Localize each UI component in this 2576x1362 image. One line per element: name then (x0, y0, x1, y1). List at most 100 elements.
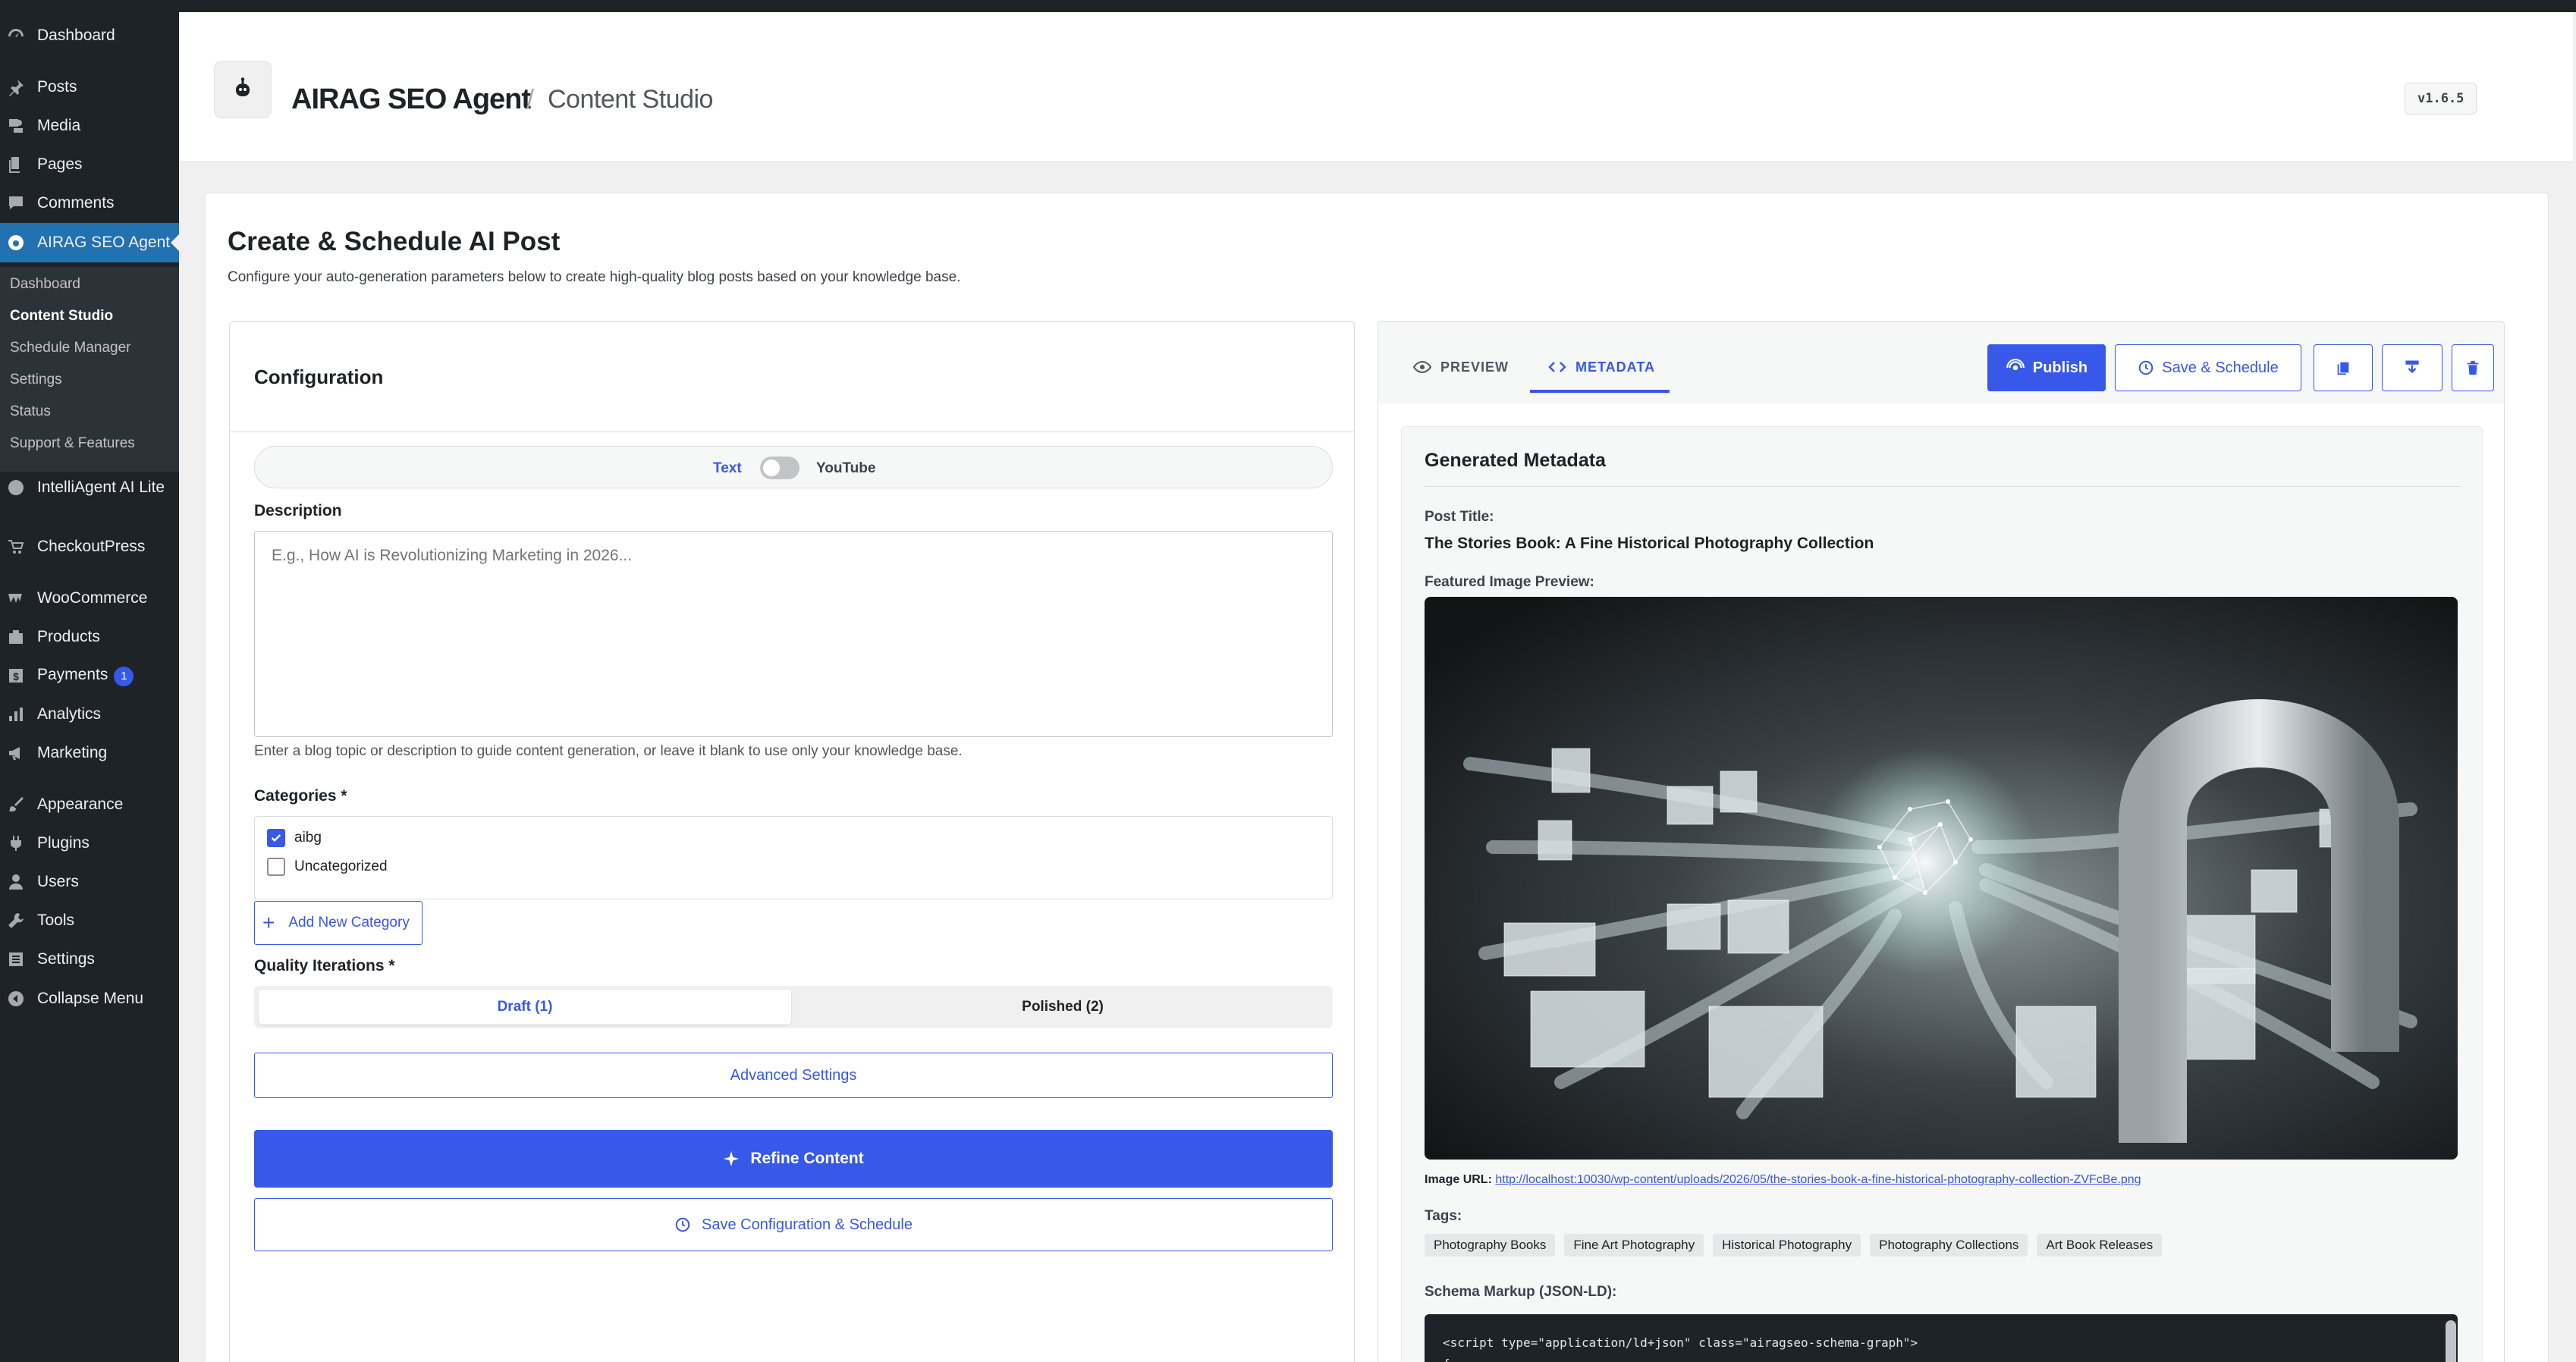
sidebar-submenu: Dashboard Content Studio Schedule Manage… (0, 267, 179, 472)
page-title: Create & Schedule AI Post (228, 227, 561, 256)
source-mode-toggle[interactable] (760, 457, 800, 479)
submenu-settings[interactable]: Settings (10, 372, 62, 388)
sidebar-item-plugins[interactable]: Plugins (0, 830, 179, 856)
quality-iterations-label: Quality Iterations * (254, 957, 395, 974)
image-url: Image URL: http://localhost:10030/wp-con… (1425, 1173, 2141, 1187)
copy-button[interactable] (2314, 344, 2373, 391)
image-url-link[interactable]: http://localhost:10030/wp-content/upload… (1495, 1173, 2141, 1186)
tab-preview-label: PREVIEW (1440, 359, 1509, 375)
save-configuration-schedule-button[interactable]: Save Configuration & Schedule (254, 1198, 1333, 1251)
sidebar-item-airag-seo-agent[interactable]: AIRAG SEO Agent (0, 223, 179, 262)
schema-line: { (1443, 1357, 1450, 1362)
configuration-title: Configuration (254, 366, 384, 388)
users-icon (6, 872, 26, 892)
checkbox-checked[interactable] (267, 829, 285, 847)
category-uncategorized[interactable]: Uncategorized (267, 858, 388, 876)
schema-code-block[interactable]: <script type="application/ld+json" class… (1425, 1314, 2458, 1362)
publish-label: Publish (2032, 359, 2088, 376)
sidebar-item-products[interactable]: Products (0, 624, 179, 650)
mode-youtube-label[interactable]: YouTube (816, 460, 875, 477)
sidebar-item-comments[interactable]: Comments (0, 190, 179, 216)
sidebar-item-tools[interactable]: Tools (0, 908, 179, 934)
sidebar-item-dashboard[interactable]: Dashboard (0, 23, 179, 49)
tag: Art Book Releases (2037, 1234, 2163, 1257)
configuration-card: Configuration Text YouTube Description E… (229, 321, 1355, 1362)
active-tab-indicator (1530, 390, 1670, 393)
category-aibg[interactable]: aibg (267, 829, 322, 847)
sidebar-item-appearance[interactable]: Appearance (0, 792, 179, 818)
sidebar-item-payments[interactable]: $ Payments 1 (0, 663, 179, 689)
sidebar-item-settings[interactable]: Settings (0, 946, 179, 972)
sidebar-item-users[interactable]: Users (0, 869, 179, 895)
tab-metadata[interactable]: METADATA (1548, 358, 1655, 376)
dashboard-icon (6, 26, 26, 46)
output-card: PREVIEW METADATA Publish Save & Schedule (1378, 321, 2505, 1362)
plus-icon: + (262, 911, 275, 934)
sidebar-item-analytics[interactable]: Analytics (0, 701, 179, 727)
cart-icon (6, 537, 26, 557)
download-button[interactable] (2382, 344, 2442, 391)
settings-icon (6, 949, 26, 969)
tab-preview[interactable]: PREVIEW (1413, 358, 1509, 376)
description-input[interactable] (254, 531, 1333, 737)
robot-logo-icon (214, 61, 272, 118)
tag: Photography Collections (1870, 1234, 2028, 1257)
sidebar-item-posts[interactable]: Posts (0, 74, 179, 100)
image-url-label: Image URL: (1425, 1173, 1492, 1186)
submenu-dashboard[interactable]: Dashboard (10, 276, 80, 293)
submenu-status[interactable]: Status (10, 403, 51, 420)
content-panel: Create & Schedule AI Post Configure your… (205, 193, 2549, 1362)
advanced-settings-button[interactable]: Advanced Settings (254, 1053, 1333, 1098)
submenu-support-features[interactable]: Support & Features (10, 435, 135, 452)
post-title-label: Post Title: (1425, 509, 1494, 525)
submenu-content-studio[interactable]: Content Studio (10, 308, 113, 325)
breadcrumb-separator: / (526, 83, 535, 115)
megaphone-icon (6, 743, 26, 763)
admin-top-strip (179, 0, 2576, 12)
quality-polished-option[interactable]: Polished (2) (797, 990, 1328, 1025)
quality-draft-option[interactable]: Draft (1) (259, 990, 791, 1025)
sidebar-item-media[interactable]: Media (0, 113, 179, 139)
code-scrollbar[interactable] (2446, 1320, 2456, 1362)
checkbox-unchecked[interactable] (267, 858, 285, 876)
schema-markup-label: Schema Markup (JSON-LD): (1425, 1284, 1617, 1300)
publish-button[interactable]: Publish (1987, 344, 2106, 391)
download-icon (2405, 360, 2419, 374)
sidebar-item-woocommerce[interactable]: WooCommerce (0, 585, 179, 611)
save-and-schedule-label: Save & Schedule (2162, 359, 2279, 376)
sidebar-item-checkoutpress[interactable]: CheckoutPress (0, 534, 179, 560)
clock-icon (2139, 360, 2153, 375)
collapse-icon (6, 989, 26, 1009)
sparkle-icon (724, 1150, 740, 1167)
mode-text-label[interactable]: Text (713, 460, 742, 477)
tags-label: Tags: (1425, 1208, 1462, 1224)
category-label: Uncategorized (294, 858, 388, 874)
page-description: Configure your auto-generation parameter… (228, 269, 961, 285)
sidebar-item-collapse-menu[interactable]: Collapse Menu (0, 986, 179, 1012)
add-new-category-label: Add New Category (288, 915, 410, 930)
breadcrumb-current: Content Studio (548, 85, 713, 114)
payments-count-badge: 1 (114, 666, 134, 686)
refine-content-label: Refine Content (750, 1150, 864, 1167)
comments-icon (6, 193, 26, 213)
sidebar-item-pages[interactable]: Pages (0, 152, 179, 177)
featured-image (1425, 597, 2458, 1160)
delete-button[interactable] (2452, 344, 2494, 391)
eye-icon (1413, 360, 1431, 374)
sidebar-item-marketing[interactable]: Marketing (0, 740, 179, 766)
submenu-schedule-manager[interactable]: Schedule Manager (10, 340, 131, 356)
description-label: Description (254, 502, 342, 519)
analytics-icon (6, 705, 26, 724)
generated-metadata-title: Generated Metadata (1425, 450, 1606, 471)
save-and-schedule-button[interactable]: Save & Schedule (2115, 344, 2301, 391)
schema-line: <script type="application/ld+json" class… (1443, 1335, 1918, 1350)
clock-icon (675, 1217, 690, 1232)
sidebar-item-intelliagent[interactable]: IntelliAgent AI Lite (0, 476, 179, 520)
payments-icon: $ (6, 666, 26, 686)
woo-icon (6, 588, 26, 608)
plugin-header: AIRAG SEO Agent / Content Studio v1.6.5 (179, 12, 2573, 162)
add-new-category-button[interactable]: + Add New Category (254, 901, 423, 945)
output-toolbar: PREVIEW METADATA Publish Save & Schedule (1378, 322, 2504, 403)
refine-content-button[interactable]: Refine Content (254, 1130, 1333, 1188)
post-title-value: The Stories Book: A Fine Historical Phot… (1425, 535, 1874, 552)
